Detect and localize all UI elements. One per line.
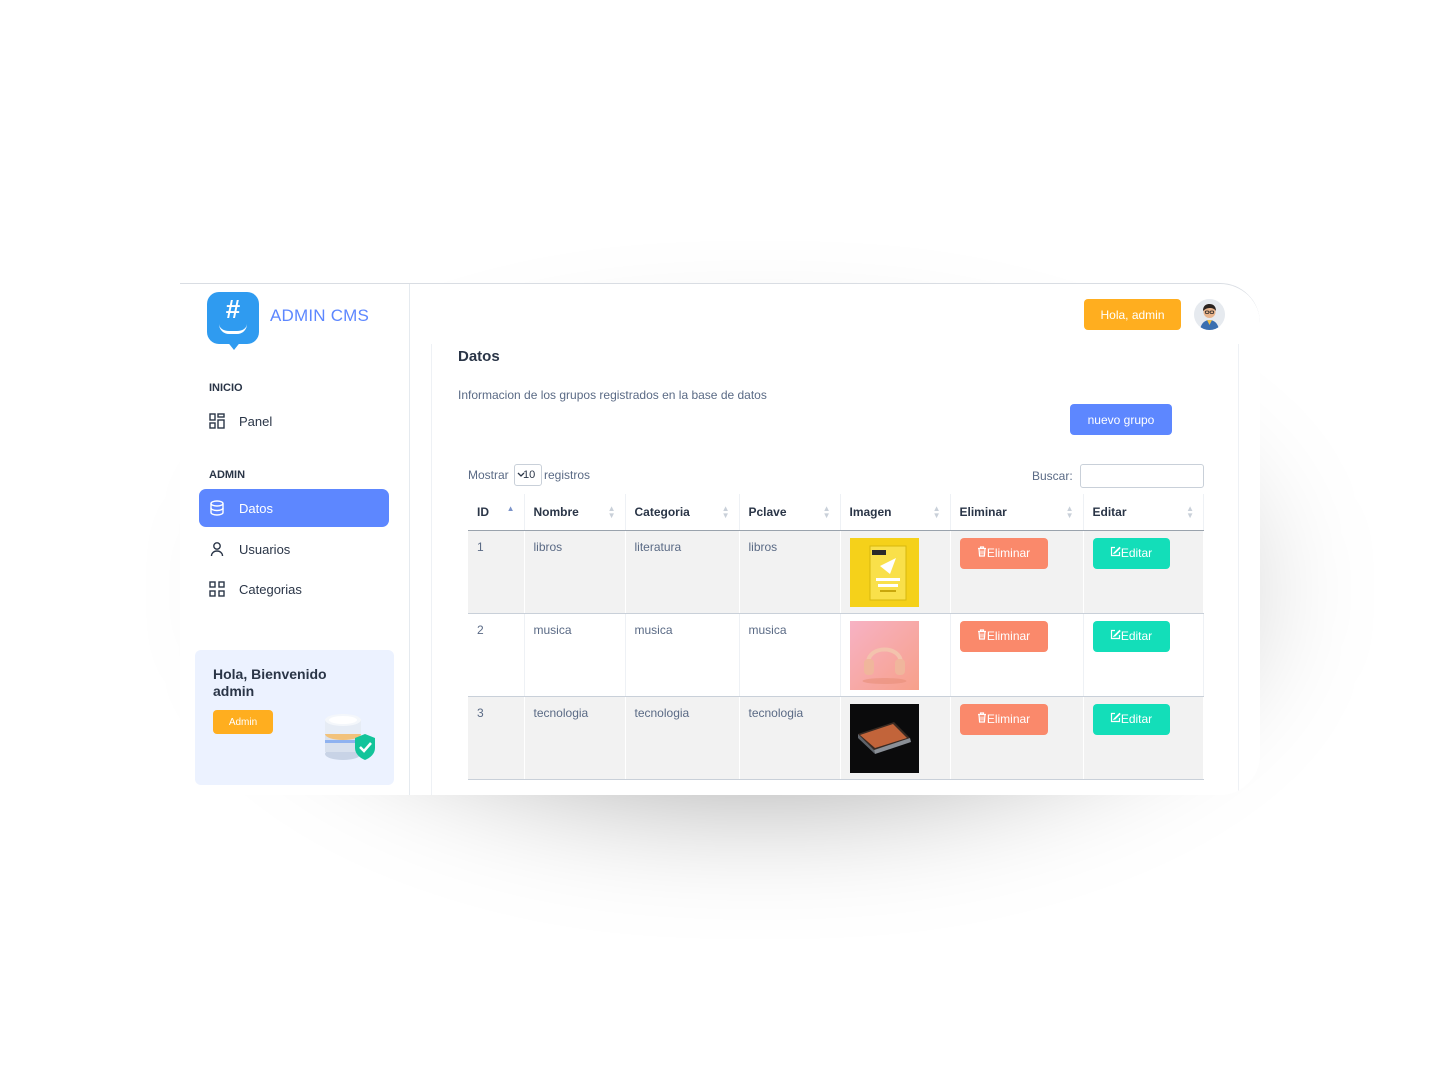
column-header-imagen[interactable]: Imagen ▲ ▼ (840, 494, 951, 531)
column-header-id[interactable]: ID ▲ (468, 494, 525, 531)
cell-pclave: libros (739, 530, 841, 614)
section-title-inicio: INICIO (209, 382, 243, 394)
sidebar-item-label: Usuarios (239, 541, 291, 557)
sidebar-item-label: Categorias (239, 581, 302, 597)
chevron-down-icon (517, 472, 525, 477)
new-group-button[interactable]: nuevo grupo (1070, 404, 1172, 435)
app-window: # ADMIN CMS INICIO Panel ADMIN Datos Usu… (180, 283, 1260, 795)
sort-icon: ▲ ▼ (1065, 504, 1074, 520)
cell-imagen (840, 696, 951, 780)
cell-id: 3 (468, 696, 525, 780)
sidebar-item-panel[interactable]: Panel (199, 402, 389, 440)
search-label: Buscar: (1032, 469, 1073, 483)
length-select[interactable]: 10 (514, 464, 542, 486)
table-row: 2 musica musica musica Eliminar Editar (468, 613, 1204, 697)
edit-icon (1110, 546, 1121, 557)
section-title-admin: ADMIN (209, 469, 246, 481)
trash-icon (977, 712, 986, 723)
cell-nombre: tecnologia (524, 696, 626, 780)
cell-categoria: tecnologia (625, 696, 740, 780)
cell-pclave: musica (739, 613, 841, 697)
edit-icon (1110, 712, 1121, 723)
cell-categoria: literatura (625, 530, 740, 614)
database-icon (210, 500, 224, 516)
avatar-image (1194, 299, 1225, 330)
edit-button[interactable]: Editar (1092, 703, 1170, 735)
sidebar-item-usuarios[interactable]: Usuarios (199, 530, 389, 568)
edit-button[interactable]: Editar (1092, 620, 1170, 652)
sort-icon: ▲ (506, 504, 515, 513)
data-table: ID ▲ Nombre ▲▼ Categoria ▲▼ Pclave ▲▼ (468, 494, 1204, 780)
trash-icon (977, 629, 986, 640)
main-card: Datos Informacion de los grupos registra… (431, 344, 1239, 795)
sidebar-item-label: Datos (239, 500, 273, 516)
avatar[interactable] (1194, 299, 1225, 330)
page-description: Informacion de los grupos registrados en… (458, 388, 767, 402)
greeting-button[interactable]: Hola, admin (1084, 299, 1181, 330)
sort-icon: ▲ ▼ (1186, 504, 1194, 520)
brand-name: ADMIN CMS (270, 306, 370, 325)
length-label-suffix: registros (544, 468, 591, 482)
user-icon (210, 542, 224, 557)
book-cover-image (849, 537, 919, 607)
cell-id: 1 (468, 530, 525, 614)
sidebar-item-label: Panel (239, 413, 273, 429)
admin-button[interactable]: Admin (213, 710, 273, 734)
column-header-categoria[interactable]: Categoria ▲ ▼ (625, 494, 740, 531)
cell-pclave: tecnologia (739, 696, 841, 780)
column-header-editar[interactable]: Editar ▲ ▼ (1083, 494, 1204, 531)
page-title: Datos (458, 348, 500, 365)
sort-icon: ▲ ▼ (822, 504, 831, 520)
sidebar-item-datos[interactable]: Datos (199, 489, 389, 527)
table-row: 3 tecnologia tecnologia tecnologia Elimi… (468, 696, 1204, 780)
search-input[interactable] (1080, 464, 1204, 488)
cell-categoria: musica (625, 613, 740, 697)
delete-button[interactable]: Eliminar (959, 537, 1048, 569)
table-row: 1 libros literatura libros Eliminar Edit… (468, 530, 1204, 614)
headphones-image (849, 620, 919, 690)
column-header-pclave[interactable]: Pclave ▲ ▼ (739, 494, 841, 531)
column-header-eliminar[interactable]: Eliminar ▲ ▼ (950, 494, 1084, 531)
edit-icon (1110, 629, 1121, 640)
sort-icon: ▲ ▼ (607, 504, 616, 520)
layout-dashboard-icon (209, 413, 225, 429)
welcome-text: Hola, Bienvenido admin (213, 666, 327, 699)
database-shield-icon (325, 714, 375, 760)
cell-nombre: musica (524, 613, 626, 697)
laptop-image (849, 703, 919, 773)
column-header-nombre[interactable]: Nombre ▲ ▼ (524, 494, 626, 531)
trash-icon (977, 546, 986, 557)
edit-button[interactable]: Editar (1092, 537, 1170, 569)
cell-id: 2 (468, 613, 525, 697)
sort-icon: ▲ ▼ (721, 504, 730, 520)
sidebar-item-categorias[interactable]: Categorias (199, 570, 389, 608)
layout-grid-icon (209, 581, 225, 597)
sidebar: # ADMIN CMS INICIO Panel ADMIN Datos Usu… (180, 284, 410, 795)
cell-nombre: libros (524, 530, 626, 614)
delete-button[interactable]: Eliminar (959, 703, 1048, 735)
delete-button[interactable]: Eliminar (959, 620, 1048, 652)
cell-imagen (840, 530, 951, 614)
welcome-card: Hola, Bienvenido admin Admin (195, 650, 394, 785)
cell-imagen (840, 613, 951, 697)
sort-icon: ▲ ▼ (932, 504, 941, 520)
length-label-prefix: Mostrar (468, 468, 509, 482)
